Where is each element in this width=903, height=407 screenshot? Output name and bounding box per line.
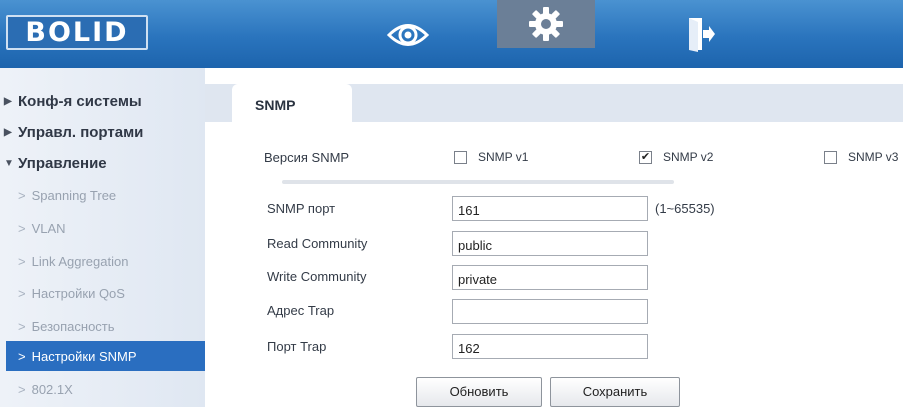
exit-icon (689, 18, 715, 52)
snmp-v2-label: SNMP v2 (663, 150, 714, 164)
expanded-arrow-icon: ▼ (4, 157, 14, 169)
sidebar-item-spanning-tree[interactable]: > Spanning Tree (0, 180, 205, 210)
chevron-right-icon: > (18, 187, 26, 203)
sidebar-item-label: Управление (18, 154, 107, 172)
check-mark-icon: ✔ (640, 151, 651, 163)
bolid-logo: BOLID (6, 15, 148, 50)
read-community-input[interactable]: public (452, 231, 648, 256)
settings-button[interactable] (497, 0, 595, 48)
top-header: BOLID (0, 0, 903, 68)
trap-port-input[interactable]: 162 (452, 334, 648, 359)
sidebar-item-8021x[interactable]: > 802.1X (0, 374, 205, 404)
tab-snmp[interactable]: SNMP (232, 84, 352, 122)
collapsed-arrow-icon: ▶ (4, 95, 12, 107)
snmp-port-input[interactable]: 161 (452, 196, 648, 221)
sidebar-item-label: VLAN (31, 220, 66, 236)
snmp-version-label: Версия SNMP (264, 150, 350, 165)
tab-bar: SNMP (205, 84, 903, 122)
sidebar-item-label: Настройки SNMP (31, 348, 137, 364)
write-community-input[interactable]: private (452, 265, 648, 290)
chevron-right-icon: > (18, 253, 26, 269)
write-community-label: Write Community (267, 269, 367, 284)
sidebar-item-system-config[interactable]: ▶ Конф-я системы (0, 86, 205, 116)
snmp-v2-checkbox[interactable]: ✔ (639, 151, 652, 164)
sidebar-item-security[interactable]: > Безопасность (0, 311, 205, 341)
section-divider (282, 180, 674, 184)
trap-address-input[interactable] (452, 299, 648, 324)
sidebar-item-management[interactable]: ▼ Управление (0, 148, 205, 178)
sidebar-item-label: Конф-я системы (18, 92, 142, 110)
sidebar-item-label: Безопасность (31, 318, 115, 334)
snmp-v1-label: SNMP v1 (478, 150, 529, 164)
snmp-port-label: SNMP порт (267, 201, 336, 216)
live-view-button[interactable] (385, 16, 431, 54)
logout-button[interactable] (678, 12, 724, 56)
trap-address-label: Адрес Trap (267, 303, 335, 318)
read-community-label: Read Community (267, 236, 368, 251)
chevron-right-icon: > (18, 285, 26, 301)
snmp-v3-checkbox[interactable] (824, 151, 837, 164)
snmp-port-hint: (1~65535) (655, 201, 715, 216)
save-button[interactable]: Сохранить (550, 377, 680, 407)
sidebar-item-port-management[interactable]: ▶ Управл. портами (0, 117, 205, 147)
sidebar-item-label: Spanning Tree (31, 187, 117, 203)
chevron-right-icon: > (18, 220, 26, 236)
snmp-v3-label: SNMP v3 (848, 150, 899, 164)
chevron-right-icon: > (18, 348, 26, 364)
sidebar-item-qos[interactable]: > Настройки QoS (0, 278, 205, 308)
collapsed-arrow-icon: ▶ (4, 126, 12, 138)
refresh-button[interactable]: Обновить (416, 377, 542, 407)
sidebar-item-label: Управл. портами (18, 123, 144, 141)
eye-icon (386, 24, 430, 46)
chevron-right-icon: > (18, 381, 26, 397)
sidebar-item-label: Link Aggregation (31, 253, 129, 269)
sidebar-item-snmp[interactable]: > Настройки SNMP (6, 341, 205, 371)
sidebar-item-label: 802.1X (31, 381, 73, 397)
trap-port-label: Порт Trap (267, 339, 327, 354)
gear-icon (529, 7, 563, 41)
sidebar-item-vlan[interactable]: > VLAN (0, 213, 205, 243)
sidebar-item-link-aggregation[interactable]: > Link Aggregation (0, 246, 205, 276)
chevron-right-icon: > (18, 318, 26, 334)
snmp-v1-checkbox[interactable] (454, 151, 467, 164)
sidebar-item-label: Настройки QoS (31, 285, 125, 301)
